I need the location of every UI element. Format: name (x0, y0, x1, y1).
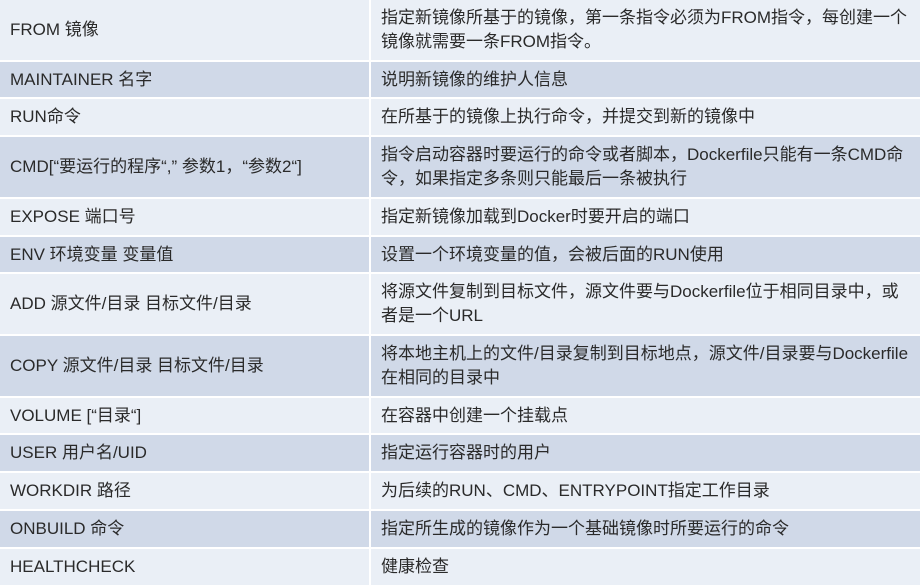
table-row: MAINTAINER 名字说明新镜像的维护人信息 (0, 61, 920, 99)
cmd-cell: ENV 环境变量 变量值 (0, 236, 370, 274)
table-row: RUN命令在所基于的镜像上执行命令，并提交到新的镜像中 (0, 98, 920, 136)
desc-cell: 指定新镜像所基于的镜像，第一条指令必须为FROM指令，每创建一个镜像就需要一条F… (370, 0, 920, 61)
table-row: ENV 环境变量 变量值设置一个环境变量的值，会被后面的RUN使用 (0, 236, 920, 274)
desc-cell: 指定所生成的镜像作为一个基础镜像时所要运行的命令 (370, 510, 920, 548)
desc-cell: 将源文件复制到目标文件，源文件要与Dockerfile位于相同目录中，或者是一个… (370, 273, 920, 335)
cmd-cell: ONBUILD 命令 (0, 510, 370, 548)
table-row: WORKDIR 路径为后续的RUN、CMD、ENTRYPOINT指定工作目录 (0, 472, 920, 510)
desc-cell: 指令启动容器时要运行的命令或者脚本，Dockerfile只能有一条CMD命令，如… (370, 136, 920, 198)
desc-cell: 在所基于的镜像上执行命令，并提交到新的镜像中 (370, 98, 920, 136)
desc-cell: 为后续的RUN、CMD、ENTRYPOINT指定工作目录 (370, 472, 920, 510)
table-row: USER 用户名/UID指定运行容器时的用户 (0, 434, 920, 472)
cmd-cell: CMD[“要运行的程序“,” 参数1，“参数2“] (0, 136, 370, 198)
table-row: ONBUILD 命令指定所生成的镜像作为一个基础镜像时所要运行的命令 (0, 510, 920, 548)
dockerfile-instructions-table: FROM 镜像指定新镜像所基于的镜像，第一条指令必须为FROM指令，每创建一个镜… (0, 0, 920, 587)
table-body: FROM 镜像指定新镜像所基于的镜像，第一条指令必须为FROM指令，每创建一个镜… (0, 0, 920, 586)
cmd-cell: RUN命令 (0, 98, 370, 136)
desc-cell: 健康检查 (370, 548, 920, 586)
cmd-cell: EXPOSE 端口号 (0, 198, 370, 236)
desc-cell: 在容器中创建一个挂载点 (370, 397, 920, 435)
cmd-cell: COPY 源文件/目录 目标文件/目录 (0, 335, 370, 397)
cmd-cell: FROM 镜像 (0, 0, 370, 61)
desc-cell: 设置一个环境变量的值，会被后面的RUN使用 (370, 236, 920, 274)
table-row: VOLUME [“目录“]在容器中创建一个挂载点 (0, 397, 920, 435)
cmd-cell: USER 用户名/UID (0, 434, 370, 472)
table-row: HEALTHCHECK健康检查 (0, 548, 920, 586)
table-row: EXPOSE 端口号指定新镜像加载到Docker时要开启的端口 (0, 198, 920, 236)
cmd-cell: MAINTAINER 名字 (0, 61, 370, 99)
cmd-cell: VOLUME [“目录“] (0, 397, 370, 435)
table-row: FROM 镜像指定新镜像所基于的镜像，第一条指令必须为FROM指令，每创建一个镜… (0, 0, 920, 61)
table-row: CMD[“要运行的程序“,” 参数1，“参数2“]指令启动容器时要运行的命令或者… (0, 136, 920, 198)
cmd-cell: WORKDIR 路径 (0, 472, 370, 510)
table-row: ADD 源文件/目录 目标文件/目录将源文件复制到目标文件，源文件要与Docke… (0, 273, 920, 335)
desc-cell: 说明新镜像的维护人信息 (370, 61, 920, 99)
desc-cell: 指定新镜像加载到Docker时要开启的端口 (370, 198, 920, 236)
table-row: COPY 源文件/目录 目标文件/目录将本地主机上的文件/目录复制到目标地点，源… (0, 335, 920, 397)
cmd-cell: HEALTHCHECK (0, 548, 370, 586)
desc-cell: 将本地主机上的文件/目录复制到目标地点，源文件/目录要与Dockerfile在相… (370, 335, 920, 397)
cmd-cell: ADD 源文件/目录 目标文件/目录 (0, 273, 370, 335)
desc-cell: 指定运行容器时的用户 (370, 434, 920, 472)
